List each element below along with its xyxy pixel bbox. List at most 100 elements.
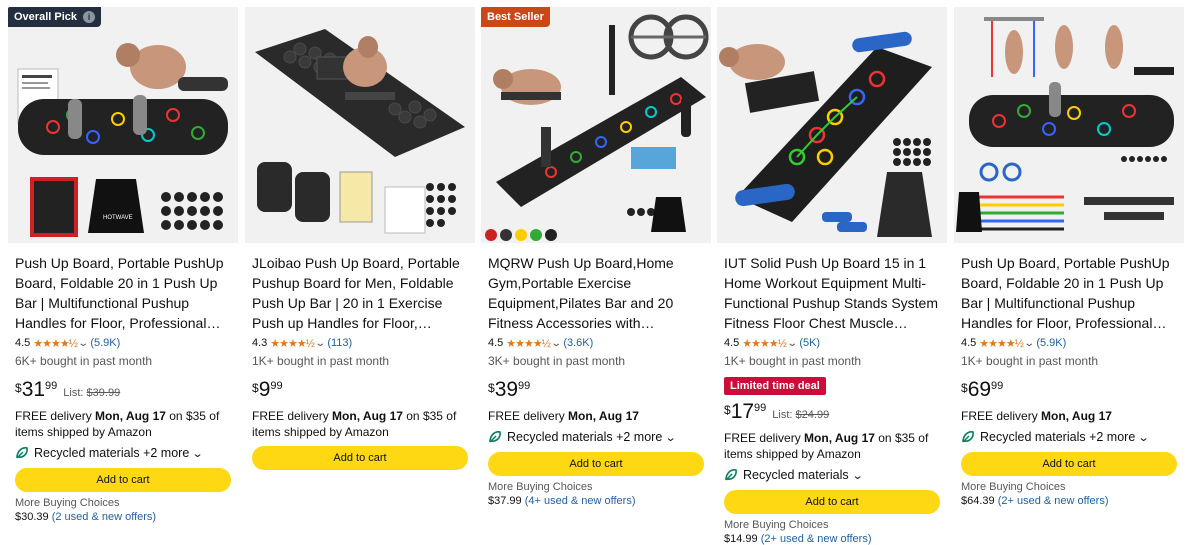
rating-value: 4.5: [724, 337, 740, 349]
svg-text:HOTWAVE: HOTWAVE: [103, 215, 133, 221]
add-to-cart-button[interactable]: Add to cart: [724, 490, 940, 514]
rating-row[interactable]: 4.5 ★★★★½ ⌄ (3.6K): [488, 336, 708, 350]
add-to-cart-button[interactable]: Add to cart: [961, 452, 1177, 476]
list-price: List: $24.99: [772, 409, 830, 421]
more-buying-choices-price: $37.99 (4+ used & new offers): [488, 495, 636, 507]
price-fraction: 99: [991, 380, 1004, 392]
add-to-cart-button[interactable]: Add to cart: [488, 452, 704, 476]
rating-row[interactable]: 4.5 ★★★★½ ⌄ (5.9K): [961, 336, 1181, 350]
star-rating-icon[interactable]: ★★★★½: [979, 337, 1024, 350]
chevron-down-icon[interactable]: ⌄: [314, 338, 326, 349]
chevron-down-icon[interactable]: ⌄: [1023, 338, 1035, 349]
push-up-board-image: [956, 17, 1174, 232]
price[interactable]: $ 9 99: [252, 379, 472, 401]
leaf-icon: [725, 469, 737, 481]
product-card[interactable]: JLoibao Push Up Board, Portable Pushup B…: [245, 7, 475, 545]
review-count-link[interactable]: (5.9K): [1036, 337, 1066, 349]
product-image[interactable]: HOTWAVE Overall Pick i: [8, 7, 238, 243]
product-card[interactable]: Best Seller MQRW Push Up Board,Home Gym,…: [481, 7, 711, 545]
product-card[interactable]: Push Up Board, Portable PushUp Board, Fo…: [954, 7, 1184, 545]
rating-row[interactable]: 4.3 ★★★★½ ⌄ (113): [252, 336, 472, 350]
product-card[interactable]: HOTWAVE Overall Pick i Push Up Board, Po…: [8, 7, 238, 545]
more-buying-choices-price: $14.99 (2+ used & new offers): [724, 533, 872, 545]
product-card[interactable]: IUT Solid Push Up Board 15 in 1 Home Wor…: [717, 7, 947, 545]
info-icon[interactable]: i: [83, 11, 95, 23]
price-symbol: $: [961, 381, 968, 395]
price-whole: 9: [258, 378, 271, 401]
recycled-materials[interactable]: Recycled materials +2 more ⌄: [488, 428, 708, 446]
offers-link[interactable]: (4+ used & new offers): [525, 495, 636, 507]
price-symbol: $: [724, 403, 731, 417]
bought-count: 1K+ bought in past month: [724, 354, 862, 368]
product-image[interactable]: Best Seller: [481, 7, 711, 243]
push-up-board-image: HOTWAVE: [17, 43, 228, 237]
list-price: List: $39.99: [63, 387, 121, 399]
product-title[interactable]: Push Up Board, Portable PushUp Board, Fo…: [15, 253, 235, 333]
chevron-down-icon[interactable]: ⌄: [77, 338, 89, 349]
bought-count: 1K+ bought in past month: [252, 354, 390, 368]
rating-value: 4.3: [252, 337, 268, 349]
recycled-label: Recycled materials +2 more: [980, 430, 1136, 444]
more-buying-choices-label: More Buying Choices: [961, 481, 1066, 493]
bought-count: 6K+ bought in past month: [15, 354, 153, 368]
product-image[interactable]: [954, 7, 1184, 243]
product-title[interactable]: IUT Solid Push Up Board 15 in 1 Home Wor…: [724, 253, 944, 333]
price-fraction: 99: [754, 402, 767, 414]
rating-row[interactable]: 4.5 ★★★★½ ⌄ (5K): [724, 336, 944, 350]
star-rating-icon[interactable]: ★★★★½: [33, 337, 78, 350]
best-seller-badge: Best Seller: [481, 7, 550, 27]
more-buying-choices-price: $30.39 (2 used & new offers): [15, 511, 157, 523]
review-count-link[interactable]: (5.9K): [90, 337, 120, 349]
rating-value: 4.5: [961, 337, 977, 349]
price[interactable]: $ 31 99 List: $39.99: [15, 379, 235, 401]
price-whole: 69: [967, 378, 992, 401]
recycled-materials[interactable]: Recycled materials +2 more ⌄: [15, 444, 235, 462]
price-whole: 39: [494, 378, 519, 401]
recycled-materials[interactable]: Recycled materials +2 more ⌄: [961, 428, 1181, 446]
product-image[interactable]: [245, 7, 475, 243]
more-buying-choices-label: More Buying Choices: [15, 497, 120, 509]
badge-label: Overall Pick: [14, 11, 77, 23]
rating-value: 4.5: [15, 337, 31, 349]
chevron-down-icon[interactable]: ⌄: [786, 338, 798, 349]
offers-link[interactable]: (2+ used & new offers): [761, 533, 872, 545]
delivery-info: FREE delivery Mon, Aug 17: [488, 409, 639, 423]
offers-link[interactable]: (2 used & new offers): [52, 511, 156, 523]
price-whole: 31: [21, 378, 46, 401]
rating-row[interactable]: 4.5 ★★★★½ ⌄ (5.9K): [15, 336, 235, 350]
chevron-down-icon[interactable]: ⌄: [665, 431, 677, 444]
bought-count: 3K+ bought in past month: [488, 354, 626, 368]
product-title[interactable]: Push Up Board, Portable PushUp Board, Fo…: [961, 253, 1181, 333]
chevron-down-icon[interactable]: ⌄: [1138, 431, 1150, 444]
product-title[interactable]: MQRW Push Up Board,Home Gym,Portable Exe…: [488, 253, 708, 333]
recycled-materials[interactable]: Recycled materials ⌄: [724, 466, 944, 484]
product-title[interactable]: JLoibao Push Up Board, Portable Pushup B…: [252, 253, 472, 333]
price[interactable]: $ 39 99: [488, 379, 708, 401]
product-image[interactable]: [717, 7, 947, 243]
price[interactable]: $ 69 99: [961, 379, 1181, 401]
chevron-down-icon[interactable]: ⌄: [851, 469, 863, 482]
delivery-info: FREE delivery Mon, Aug 17 on $35 of item…: [724, 431, 929, 461]
rating-value: 4.5: [488, 337, 504, 349]
review-count-link[interactable]: (3.6K): [563, 337, 593, 349]
leaf-icon: [962, 431, 974, 443]
review-count-link[interactable]: (113): [327, 337, 352, 349]
delivery-info: FREE delivery Mon, Aug 17 on $35 of item…: [15, 409, 220, 439]
review-count-link[interactable]: (5K): [799, 337, 820, 349]
star-rating-icon[interactable]: ★★★★½: [270, 337, 315, 350]
bought-count: 1K+ bought in past month: [961, 354, 1099, 368]
add-to-cart-button[interactable]: Add to cart: [15, 468, 231, 492]
chevron-down-icon[interactable]: ⌄: [550, 338, 562, 349]
star-rating-icon[interactable]: ★★★★½: [742, 337, 787, 350]
price-symbol: $: [252, 381, 259, 395]
price[interactable]: $ 17 99 List: $24.99: [724, 401, 944, 423]
leaf-icon: [489, 431, 501, 443]
price-symbol: $: [488, 381, 495, 395]
chevron-down-icon[interactable]: ⌄: [192, 447, 204, 460]
offers-link[interactable]: (2+ used & new offers): [998, 495, 1109, 507]
add-to-cart-button[interactable]: Add to cart: [252, 446, 468, 470]
push-up-board-image: [485, 14, 709, 241]
delivery-info: FREE delivery Mon, Aug 17 on $35 of item…: [252, 409, 457, 439]
overall-pick-badge: Overall Pick i: [8, 7, 101, 27]
star-rating-icon[interactable]: ★★★★½: [506, 337, 551, 350]
